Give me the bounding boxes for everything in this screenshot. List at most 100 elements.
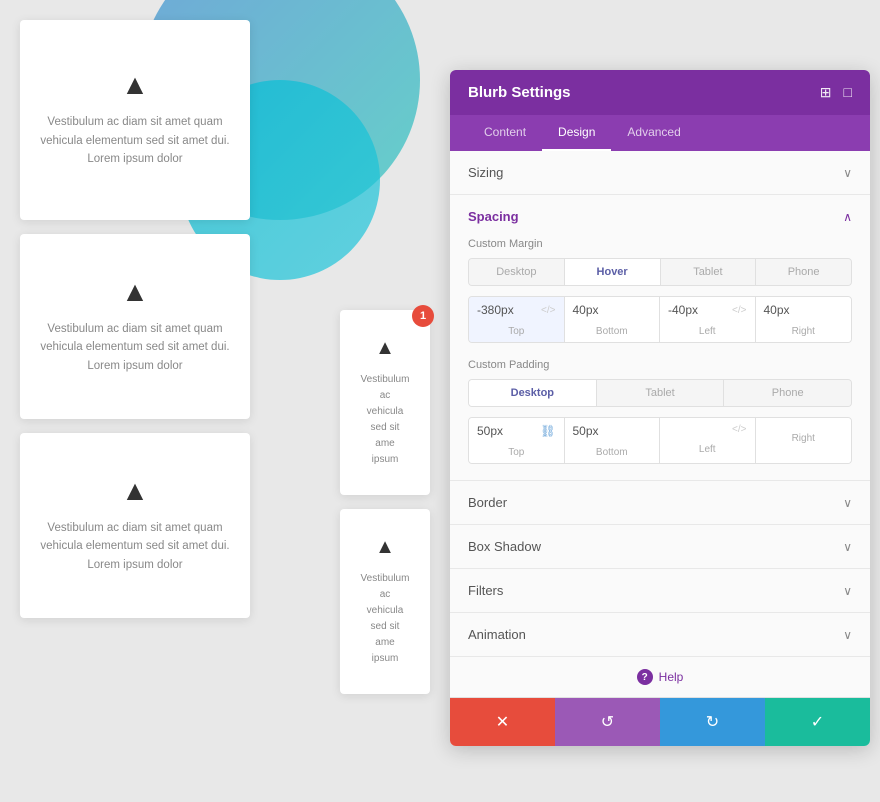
- card-1[interactable]: ▲ Vestibulum ac diam sit amet quam vehic…: [20, 20, 250, 220]
- section-box-shadow-header[interactable]: Box Shadow ∨: [450, 525, 870, 568]
- card-2-text: Vestibulum ac diam sit amet quam vehicul…: [40, 320, 230, 375]
- section-border-title: Border: [468, 495, 507, 510]
- section-spacing: Spacing ∧ Custom Margin Desktop Hover Ta…: [450, 195, 870, 481]
- padding-input-grid: 50px ⛓ Top 50px Bottom: [468, 417, 852, 464]
- save-button[interactable]: ✓: [765, 698, 870, 746]
- margin-top-label: Top: [508, 323, 524, 342]
- margin-left-value: -40px: [668, 303, 728, 317]
- tab-advanced[interactable]: Advanced: [611, 115, 696, 151]
- padding-tab-tablet[interactable]: Tablet: [597, 380, 725, 406]
- settings-icon[interactable]: ⊞: [820, 84, 832, 101]
- padding-top-label: Top: [508, 444, 524, 463]
- section-spacing-content: Custom Margin Desktop Hover Tablet Phone…: [450, 238, 870, 480]
- margin-left-label: Left: [699, 323, 716, 342]
- margin-bottom-cell[interactable]: 40px Bottom: [565, 297, 661, 342]
- section-border-header[interactable]: Border ∨: [450, 481, 870, 524]
- partial-card-2-text: Vestibulum acvehiculased sit ameipsum: [360, 571, 410, 667]
- card-2-icon: ▲: [121, 278, 149, 306]
- section-spacing-header[interactable]: Spacing ∧: [450, 195, 870, 238]
- canvas-background: ▲ Vestibulum ac diam sit amet quam vehic…: [0, 0, 880, 802]
- padding-top-value: 50px: [477, 424, 540, 438]
- section-sizing-title: Sizing: [468, 165, 503, 180]
- margin-tab-tablet[interactable]: Tablet: [661, 259, 757, 285]
- panel-header: Blurb Settings ⊞ □: [450, 70, 870, 115]
- card-1-icon: ▲: [121, 71, 149, 99]
- margin-top-cell[interactable]: -380px </> Top: [469, 297, 565, 342]
- help-text[interactable]: Help: [659, 670, 684, 684]
- card-3-text: Vestibulum ac diam sit amet quam vehicul…: [40, 519, 230, 574]
- help-icon: ?: [637, 669, 653, 685]
- settings-panel: Blurb Settings ⊞ □ Content Design Advanc…: [450, 70, 870, 746]
- padding-left-label: Left: [699, 441, 716, 460]
- padding-tab-desktop[interactable]: Desktop: [469, 380, 597, 406]
- partial-card-1-icon: ▲: [375, 338, 395, 358]
- margin-device-tabs: Desktop Hover Tablet Phone: [468, 258, 852, 286]
- padding-bottom-label: Bottom: [596, 444, 628, 463]
- padding-bottom-value: 50px: [573, 424, 652, 438]
- partial-card-2-icon: ▲: [375, 537, 395, 557]
- section-spacing-title: Spacing: [468, 209, 519, 224]
- section-sizing-chevron: ∨: [843, 166, 852, 180]
- section-spacing-chevron: ∧: [843, 210, 852, 224]
- card-3-icon: ▲: [121, 477, 149, 505]
- panel-footer: ✕ ↺ ↻ ✓: [450, 697, 870, 746]
- margin-tab-phone[interactable]: Phone: [756, 259, 851, 285]
- section-sizing: Sizing ∨: [450, 151, 870, 195]
- section-box-shadow: Box Shadow ∨: [450, 525, 870, 569]
- tab-content[interactable]: Content: [468, 115, 542, 151]
- redo-button[interactable]: ↻: [660, 698, 765, 746]
- panel-body: Sizing ∨ Spacing ∧ Custom Margin Desktop…: [450, 151, 870, 697]
- padding-top-cell[interactable]: 50px ⛓ Top: [469, 418, 565, 463]
- panel-title: Blurb Settings: [468, 84, 571, 101]
- margin-right-label: Right: [792, 323, 815, 342]
- notification-badge: 1: [412, 305, 434, 327]
- section-border: Border ∨: [450, 481, 870, 525]
- padding-link-icon: ⛓: [540, 424, 555, 438]
- margin-right-value: 40px: [764, 303, 844, 317]
- card-3[interactable]: ▲ Vestibulum ac diam sit amet quam vehic…: [20, 433, 250, 618]
- section-filters-title: Filters: [468, 583, 503, 598]
- margin-left-cell[interactable]: -40px </> Left: [660, 297, 756, 342]
- padding-bottom-cell[interactable]: 50px Bottom: [565, 418, 661, 463]
- custom-margin-label: Custom Margin: [468, 238, 852, 250]
- left-card-column: ▲ Vestibulum ac diam sit amet quam vehic…: [20, 20, 250, 618]
- margin-bottom-value: 40px: [573, 303, 652, 317]
- cancel-button[interactable]: ✕: [450, 698, 555, 746]
- margin-bottom-label: Bottom: [596, 323, 628, 342]
- section-animation-title: Animation: [468, 627, 526, 642]
- undo-button[interactable]: ↺: [555, 698, 660, 746]
- section-animation: Animation ∨: [450, 613, 870, 657]
- section-filters-header[interactable]: Filters ∨: [450, 569, 870, 612]
- margin-left-code-icon: </>: [732, 305, 746, 316]
- padding-right-label: Right: [792, 430, 815, 449]
- padding-left-cell[interactable]: </> Left: [660, 418, 756, 463]
- margin-tab-desktop[interactable]: Desktop: [469, 259, 565, 285]
- panel-tabs: Content Design Advanced: [450, 115, 870, 151]
- margin-top-value: -380px: [477, 303, 537, 317]
- padding-right-cell[interactable]: Right: [756, 418, 852, 463]
- panel-header-icons: ⊞ □: [820, 84, 852, 101]
- help-row: ? Help: [450, 657, 870, 697]
- section-filters: Filters ∨: [450, 569, 870, 613]
- padding-left-code-icon: </>: [732, 424, 746, 435]
- partial-card-1[interactable]: ▲ Vestibulum acvehiculased sit ameipsum: [340, 310, 430, 495]
- section-filters-chevron: ∨: [843, 584, 852, 598]
- section-border-chevron: ∨: [843, 496, 852, 510]
- card-2[interactable]: ▲ Vestibulum ac diam sit amet quam vehic…: [20, 234, 250, 419]
- section-animation-chevron: ∨: [843, 628, 852, 642]
- section-sizing-header[interactable]: Sizing ∨: [450, 151, 870, 194]
- custom-padding-label: Custom Padding: [468, 359, 852, 371]
- partial-card-1-text: Vestibulum acvehiculased sit ameipsum: [360, 372, 410, 468]
- padding-device-tabs: Desktop Tablet Phone: [468, 379, 852, 407]
- tab-design[interactable]: Design: [542, 115, 611, 151]
- card-1-text: Vestibulum ac diam sit amet quam vehicul…: [40, 113, 230, 168]
- section-animation-header[interactable]: Animation ∨: [450, 613, 870, 656]
- section-box-shadow-title: Box Shadow: [468, 539, 541, 554]
- margin-input-grid: -380px </> Top 40px Bottom: [468, 296, 852, 343]
- margin-right-cell[interactable]: 40px Right: [756, 297, 852, 342]
- padding-tab-phone[interactable]: Phone: [724, 380, 851, 406]
- margin-tab-hover[interactable]: Hover: [565, 259, 661, 285]
- expand-icon[interactable]: □: [844, 84, 852, 101]
- partial-card-2[interactable]: ▲ Vestibulum acvehiculased sit ameipsum: [340, 509, 430, 694]
- margin-top-code-icon: </>: [541, 305, 555, 316]
